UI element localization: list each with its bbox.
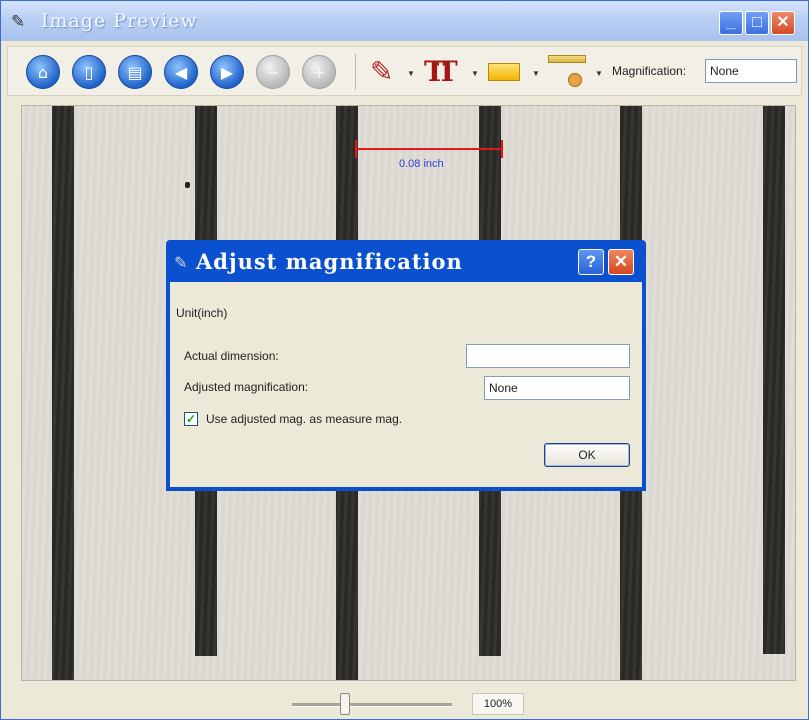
measurement-start-tick[interactable] <box>355 140 357 158</box>
dialog-title: Adjust magnification <box>196 249 463 274</box>
text-icon: TT <box>424 55 458 88</box>
minus-icon: − <box>266 63 280 82</box>
status-bar: 100% <box>7 685 802 717</box>
text-dropdown-icon[interactable]: ▼ <box>471 69 479 78</box>
title-bar[interactable]: ✎ Image Preview _ □ ✕ <box>1 1 808 41</box>
forward-button[interactable]: ▶ <box>210 55 244 89</box>
adjust-magnification-dialog: ✎ Adjust magnification ? ✕ Unit(inch) Ac… <box>166 240 646 491</box>
use-adjusted-mag-label[interactable]: Use adjusted mag. as measure mag. <box>206 412 402 426</box>
use-adjusted-mag-checkbox[interactable]: ✓ <box>184 412 198 426</box>
measure-tool[interactable] <box>544 53 592 91</box>
pencil-dropdown-icon[interactable]: ▼ <box>407 69 415 78</box>
actual-dimension-label: Actual dimension: <box>184 349 279 363</box>
dialog-body: Unit(inch) Actual dimension: Adjusted ma… <box>170 282 642 487</box>
zoom-slider-track[interactable] <box>292 703 452 707</box>
new-button[interactable]: ▯ <box>72 55 106 89</box>
pencil-icon: ✎ <box>370 55 394 88</box>
dialog-close-button[interactable]: ✕ <box>608 249 634 275</box>
help-button[interactable]: ? <box>578 249 604 275</box>
zoom-in-button[interactable]: + <box>302 55 336 89</box>
adjusted-magnification-label: Adjusted magnification: <box>184 380 309 394</box>
print-icon: ▤ <box>127 63 143 82</box>
text-tool[interactable]: TT <box>422 53 466 91</box>
unit-label: Unit(inch) <box>176 306 228 320</box>
toolbar: ⌂ ▯ ▤ ◀ ▶ − + ✎ ▼ TT ▼ ▼ ▼ Magnification… <box>7 46 802 96</box>
measurement-label: 0.08 inch <box>399 158 444 170</box>
measure-dropdown-icon[interactable]: ▼ <box>595 69 603 78</box>
home-button[interactable]: ⌂ <box>26 55 60 89</box>
zoom-out-button[interactable]: − <box>256 55 290 89</box>
window-title: Image Preview <box>41 10 198 32</box>
home-icon: ⌂ <box>37 63 49 82</box>
pencil-tool[interactable]: ✎ <box>366 53 402 91</box>
print-button[interactable]: ▤ <box>118 55 152 89</box>
back-arrow-icon: ◀ <box>174 63 188 82</box>
magnification-label: Magnification: <box>612 64 687 78</box>
measurement-end-tick[interactable] <box>501 140 503 158</box>
minimize-button[interactable]: _ <box>719 11 743 35</box>
close-button[interactable]: ✕ <box>771 11 795 35</box>
measurement-line[interactable] <box>356 148 503 150</box>
document-icon: ▯ <box>84 63 94 82</box>
adjusted-magnification-field[interactable]: None <box>484 376 630 400</box>
zoom-percent: 100% <box>472 693 524 715</box>
ok-button[interactable]: OK <box>544 443 630 467</box>
plus-icon: + <box>312 63 326 82</box>
back-button[interactable]: ◀ <box>164 55 198 89</box>
toolbar-separator <box>355 54 356 90</box>
color-tool[interactable] <box>484 53 526 91</box>
actual-dimension-field[interactable] <box>466 344 630 368</box>
color-dropdown-icon[interactable]: ▼ <box>532 69 540 78</box>
zoom-slider-thumb[interactable] <box>339 693 350 715</box>
maximize-button[interactable]: □ <box>745 11 769 35</box>
image-speck <box>185 182 190 188</box>
forward-arrow-icon: ▶ <box>220 63 234 82</box>
checkmark-icon: ✓ <box>185 412 197 426</box>
ruler-icon <box>548 55 586 63</box>
color-swatch-icon <box>488 63 520 81</box>
magnification-field[interactable]: None <box>705 59 797 83</box>
microscope-icon: ✎ <box>174 253 188 272</box>
microscope-icon: ✎ <box>11 12 26 32</box>
protractor-icon <box>568 73 582 87</box>
